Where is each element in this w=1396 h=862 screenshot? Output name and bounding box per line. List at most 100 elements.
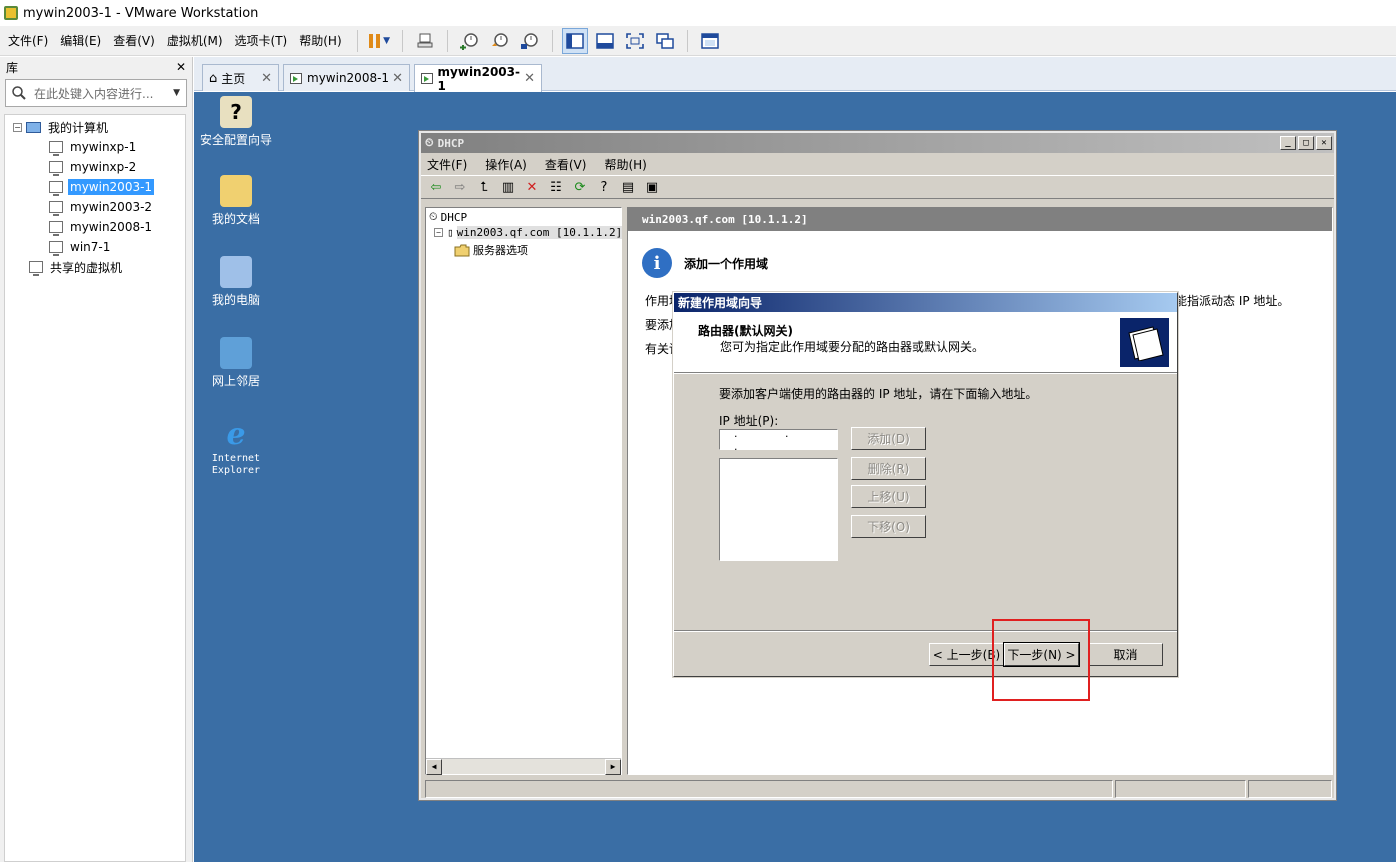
remove-button[interactable]: 删除(R)	[851, 457, 926, 480]
library-search-input[interactable]: 在此处键入内容进行... ▼	[5, 79, 187, 107]
wizard-body: 要添加客户端使用的路由器的 IP 地址，请在下面输入地址。 IP 地址(P): …	[674, 373, 1177, 615]
desktop-icon-network-places[interactable]: 网上邻居	[191, 337, 281, 389]
close-icon[interactable]: ✕	[261, 71, 272, 86]
library-panel: 库 ✕ 在此处键入内容进行... ▼ − 我的计算机 mywinxp-1 myw…	[0, 57, 193, 862]
move-up-button[interactable]: 上移(U)	[851, 485, 926, 508]
chevron-down-icon[interactable]: ▼	[173, 88, 180, 98]
collapse-icon[interactable]: −	[13, 122, 22, 132]
refresh-icon[interactable]: ⟳	[571, 178, 589, 196]
cancel-button[interactable]: 取消	[1088, 643, 1163, 666]
snapshot-revert-button[interactable]	[487, 28, 513, 54]
tab-mywin2003-1[interactable]: mywin2003-1 ✕	[414, 64, 542, 93]
menu-help[interactable]: 帮助(H)	[295, 32, 345, 49]
toolbar-separator	[686, 29, 688, 52]
show-tree-icon[interactable]: ▥	[499, 178, 517, 196]
tab-mywin2008-1[interactable]: mywin2008-1 ✕	[283, 64, 410, 91]
ip-address-value: . . .	[734, 426, 811, 453]
unity-button[interactable]	[652, 28, 678, 54]
tab-home[interactable]: ⌂ 主页 ✕	[202, 64, 279, 91]
wizard-section-title: 路由器(默认网关)	[698, 324, 793, 338]
search-placeholder: 在此处键入内容进行...	[34, 86, 154, 101]
menu-tabs[interactable]: 选项卡(T)	[231, 32, 292, 49]
close-icon[interactable]: ✕	[392, 71, 403, 86]
desktop-icon-security-wizard[interactable]: ? 安全配置向导	[191, 96, 281, 148]
menubar: 文件(F) 编辑(E) 查看(V) 虚拟机(M) 选项卡(T) 帮助(H) ▼	[0, 26, 1396, 56]
minimize-button[interactable]: _	[1280, 136, 1296, 150]
export-list-icon[interactable]: ▤	[619, 178, 637, 196]
close-icon[interactable]: ✕	[176, 60, 186, 74]
scroll-right-icon[interactable]: ▶	[605, 759, 621, 775]
tree-item-vm[interactable]: mywinxp-1	[49, 138, 138, 156]
back-arrow-icon[interactable]: ⇦	[427, 178, 445, 196]
menu-file[interactable]: 文件(F)	[4, 32, 52, 49]
tree-item-label: win2003.qf.com [10.1.1.2]	[456, 226, 623, 239]
menu-view[interactable]: 查看(V)	[109, 32, 159, 49]
tree-item-dhcp-root[interactable]: ⏲ DHCP	[429, 210, 467, 224]
delete-icon[interactable]: ✕	[523, 178, 541, 196]
collapse-icon[interactable]: −	[434, 228, 443, 237]
snapshot-take-button[interactable]	[457, 28, 483, 54]
add-button[interactable]: 添加(D)	[851, 427, 926, 450]
status-bar	[425, 780, 1332, 798]
dhcp-menu-view[interactable]: 查看(V)	[545, 156, 587, 173]
tree-item-my-computer[interactable]: − 我的计算机	[13, 118, 110, 136]
toolbar-separator	[446, 29, 448, 52]
desktop-icon-label: 网上邻居	[211, 374, 260, 388]
tree-item-vm[interactable]: mywin2008-1	[49, 218, 154, 236]
properties-icon[interactable]: ☷	[547, 178, 565, 196]
snapshot-manager-button[interactable]	[517, 28, 543, 54]
tree-item-vm[interactable]: mywinxp-2	[49, 158, 138, 176]
show-library-button[interactable]	[561, 27, 588, 54]
folders-graphic	[1127, 325, 1164, 361]
tree-item-label: 服务器选项	[473, 244, 528, 257]
desktop-icon-my-computer[interactable]: 我的电脑	[191, 256, 281, 308]
server-monitor-icon[interactable]: ▣	[643, 178, 661, 196]
status-panel	[1115, 780, 1247, 798]
computer-icon	[220, 256, 252, 288]
maximize-button[interactable]: □	[1298, 136, 1314, 150]
vm-running-icon	[49, 181, 63, 196]
move-down-button[interactable]: 下移(O)	[851, 515, 926, 538]
router-address-list[interactable]	[719, 458, 838, 561]
desktop-icon-internet-explorer[interactable]: e Internet Explorer	[191, 417, 281, 477]
tree-item-label: win7-1	[70, 240, 111, 254]
info-heading: i 添加一个作用域	[642, 248, 768, 278]
tree-item-server-options[interactable]: 服务器选项	[454, 242, 528, 258]
pause-button[interactable]: ▼	[367, 28, 393, 54]
vm-icon	[49, 161, 63, 176]
tree-item-server[interactable]: − ▯ win2003.qf.com [10.1.1.2]	[434, 226, 623, 239]
dhcp-menu-file[interactable]: 文件(F)	[427, 156, 467, 173]
library-title: 库	[6, 60, 19, 75]
send-ctrl-alt-del-button[interactable]	[412, 28, 438, 54]
dhcp-menubar: 文件(F) 操作(A) 查看(V) 帮助(H)	[421, 153, 1334, 175]
console-view-button[interactable]	[697, 28, 723, 54]
show-thumbnail-button[interactable]	[592, 28, 618, 54]
tree-item-vm[interactable]: win7-1	[49, 238, 112, 256]
dhcp-menu-help[interactable]: 帮助(H)	[604, 156, 646, 173]
toolbar-separator	[401, 29, 403, 52]
forward-arrow-icon[interactable]: ⇨	[451, 178, 469, 196]
help-icon[interactable]: ?	[595, 178, 613, 196]
tab-bar: ⌂ 主页 ✕ mywin2008-1 ✕ mywin2003-1 ✕	[194, 57, 1396, 93]
menu-edit[interactable]: 编辑(E)	[56, 32, 105, 49]
up-folder-icon[interactable]: ⮤	[475, 178, 493, 196]
tree-item-vm[interactable]: mywin2003-2	[49, 198, 154, 216]
home-icon: ⌂	[209, 70, 218, 86]
security-wizard-icon: ?	[220, 96, 252, 128]
tree-item-shared-vms[interactable]: 共享的虚拟机	[29, 258, 124, 276]
ip-address-input[interactable]: . . .	[719, 426, 838, 453]
wizard-folders-icon	[1120, 318, 1169, 367]
scroll-left-icon[interactable]: ◀	[426, 759, 442, 775]
vm-icon	[49, 241, 63, 256]
menu-vm[interactable]: 虚拟机(M)	[163, 32, 227, 49]
close-icon[interactable]: ✕	[524, 71, 535, 86]
desktop-icon-my-documents[interactable]: 我的文档	[191, 175, 281, 227]
unity-icon	[655, 32, 674, 49]
tree-item-vm-selected[interactable]: mywin2003-1	[49, 178, 155, 196]
dhcp-menu-action[interactable]: 操作(A)	[485, 156, 527, 173]
close-button[interactable]: ✕	[1316, 136, 1332, 150]
thumbnail-layout-icon	[595, 32, 614, 49]
full-screen-button[interactable]	[622, 28, 648, 54]
new-scope-wizard-dialog: 新建作用域向导 路由器(默认网关) 您可为指定此作用域要分配的路由器或默认网关。…	[672, 291, 1179, 678]
horizontal-scrollbar[interactable]: ◀ ▶	[426, 758, 621, 775]
